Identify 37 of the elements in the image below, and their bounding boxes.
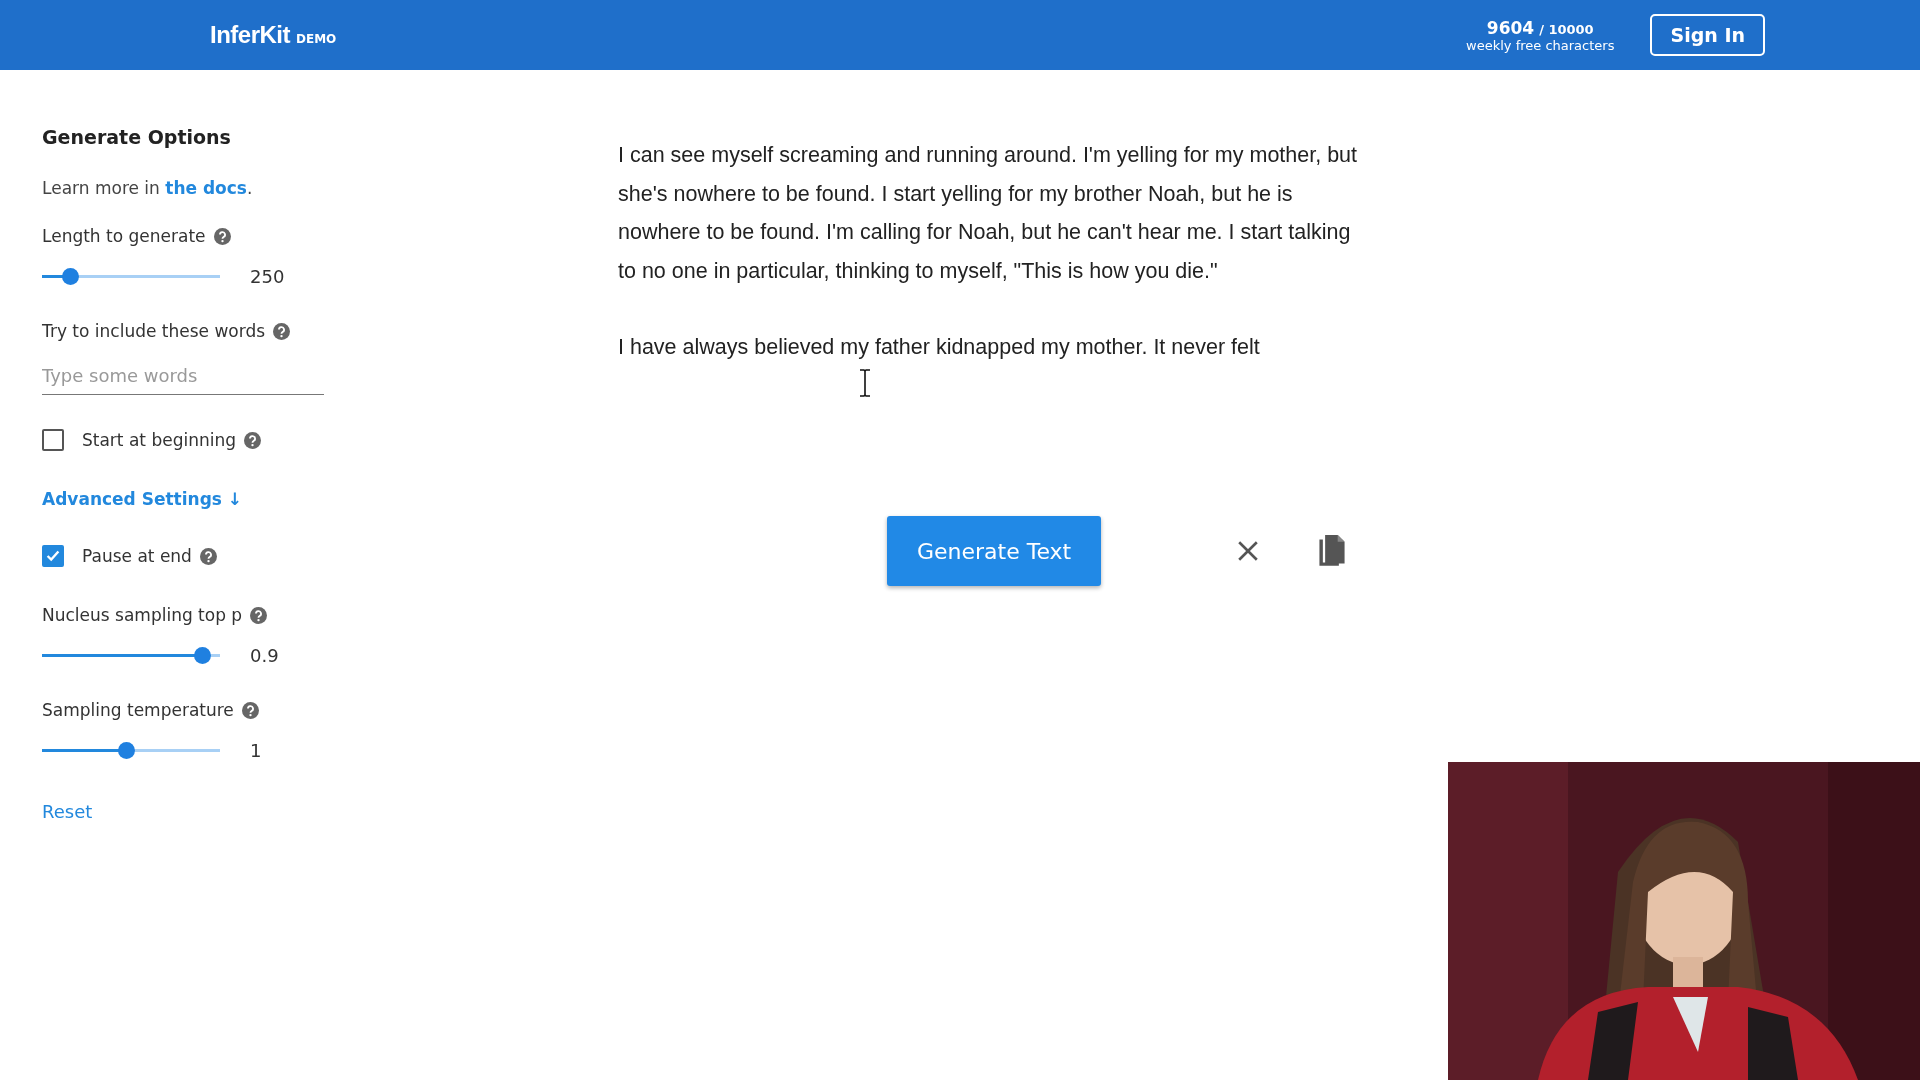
checkbox[interactable]: [42, 429, 64, 451]
usage-caption: weekly free characters: [1466, 37, 1615, 53]
copy-icon[interactable]: [1318, 535, 1347, 567]
help-icon[interactable]: [250, 606, 268, 624]
story-paragraph: I have always believed my father kidnapped my mother. It never felt: [618, 334, 1261, 361]
field-label: Pause at end: [82, 546, 192, 566]
logo[interactable]: InferKit: [210, 21, 290, 49]
sign-in-button[interactable]: Sign In: [1650, 14, 1765, 56]
help-icon[interactable]: [199, 547, 217, 565]
total-count: / 10000: [1539, 21, 1594, 37]
advanced-settings-link[interactable]: Advanced Settings ↓: [42, 489, 243, 509]
field-label: Start at beginning: [82, 430, 237, 450]
slider-value: 1: [250, 740, 262, 761]
used-count: 9604: [1486, 17, 1535, 38]
generate-text-button[interactable]: Generate Text: [887, 516, 1102, 586]
field-label: Sampling temperature: [42, 700, 234, 720]
help-icon[interactable]: [273, 322, 291, 340]
slider-thumb[interactable]: [194, 647, 212, 664]
demo-label: DEMO: [296, 32, 337, 46]
docs-link[interactable]: the docs: [165, 178, 247, 198]
reset-link[interactable]: Reset: [42, 801, 93, 822]
help-icon[interactable]: [213, 227, 231, 245]
options-title: Generate Options: [42, 126, 231, 148]
slider-value: 0.9: [250, 645, 279, 666]
field-label: Nucleus sampling top p: [42, 605, 243, 625]
checkbox[interactable]: [42, 545, 64, 567]
learn-more-text: Learn more in the docs.: [42, 178, 253, 198]
field-label: Length to generate: [42, 226, 206, 246]
field-label: Try to include these words: [42, 321, 266, 341]
slider-thumb[interactable]: [62, 268, 80, 285]
story-paragraph: I can see myself screaming and running around. I'm yelling for my mother, but she's nowhere to be found. I start yelling for my brother Noah, but he is nowhere to be found. I'm calling for Noah, but he can't hear me. I start talking to no one in particular, thinking to myself, "This is how you die.": [618, 142, 1359, 285]
slider-thumb[interactable]: [117, 742, 135, 759]
help-icon[interactable]: [241, 701, 259, 719]
help-icon[interactable]: [244, 431, 262, 449]
text-cursor-icon: [859, 369, 871, 397]
close-icon[interactable]: [1237, 540, 1260, 562]
slider-value: 250: [250, 266, 285, 287]
